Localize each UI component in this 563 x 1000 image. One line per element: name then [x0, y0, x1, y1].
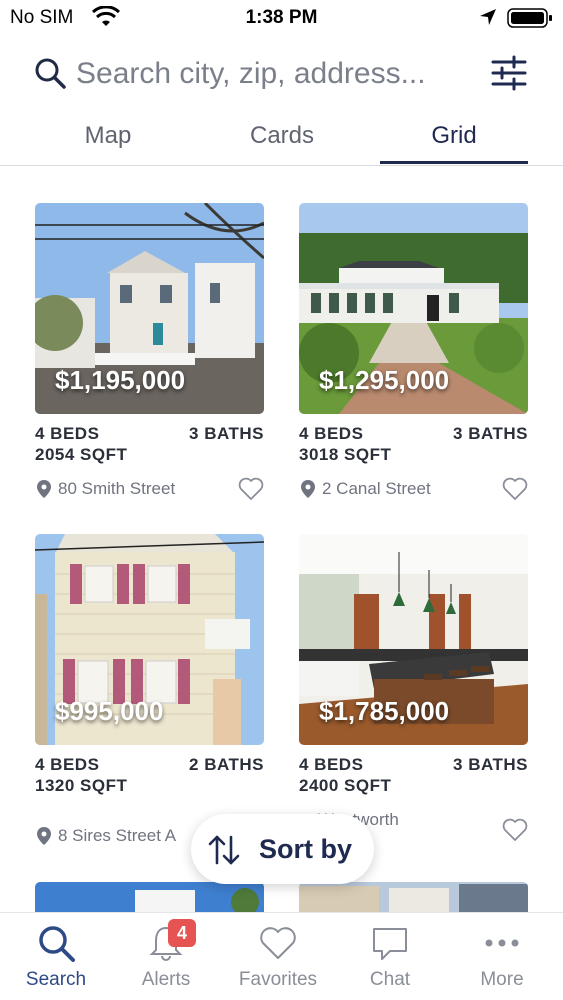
listing-card[interactable]: $995,000 4 BEDS 2 BATHS 1320 SQFT 8 Sire… — [35, 534, 264, 845]
status-bar: No SIM 1:38 PM — [0, 0, 563, 36]
sort-arrows-icon — [208, 835, 240, 865]
listing-address: 8 Sires Street A — [58, 826, 177, 845]
house-photo-image — [299, 882, 528, 912]
location-arrow-icon — [480, 9, 496, 25]
heart-icon — [260, 927, 296, 959]
battery-icon — [507, 8, 552, 28]
nav-label: Chat — [369, 969, 411, 990]
address-row: 80 Smith Street — [35, 477, 264, 501]
listing-photo-partial — [299, 882, 528, 912]
beds-count: 4 BEDS — [35, 424, 100, 443]
beds-count: 4 BEDS — [299, 424, 364, 443]
favorite-heart-icon[interactable] — [502, 818, 528, 842]
bottom-tab-bar: Search 4 Alerts Favorites Chat More — [0, 912, 563, 1000]
listing-card[interactable]: $1,195,000 4 BEDS 3 BATHS 2054 SQFT 80 S… — [35, 203, 264, 500]
active-tab-indicator — [380, 161, 528, 164]
search-input[interactable] — [76, 56, 476, 92]
beds-count: 4 BEDS — [35, 755, 100, 774]
baths-count: 3 BATHS — [189, 424, 264, 443]
chat-icon — [373, 928, 407, 960]
search-bar — [0, 44, 563, 106]
search-icon — [39, 926, 75, 962]
search-icon — [35, 58, 66, 89]
filter-sliders-icon[interactable] — [490, 54, 528, 92]
location-pin-icon — [37, 480, 51, 498]
nav-chat[interactable]: Chat — [334, 913, 446, 1000]
view-tabs: Map Cards Grid — [0, 112, 563, 166]
favorite-heart-icon[interactable] — [502, 477, 528, 501]
nav-favorites[interactable]: Favorites — [222, 913, 334, 1000]
nav-label: Search — [25, 969, 87, 990]
tab-map[interactable]: Map — [60, 122, 156, 150]
listing-price: $1,785,000 — [319, 696, 450, 726]
listing-address: 80 Smith Street — [58, 479, 176, 498]
listing-card[interactable]: $1,295,000 4 BEDS 3 BATHS 3018 SQFT 2 Ca… — [299, 203, 528, 500]
listing-photo[interactable]: $995,000 — [35, 534, 264, 745]
beds-count: 4 BEDS — [299, 755, 364, 774]
tab-grid[interactable]: Grid — [380, 122, 528, 150]
sqft-value: 1320 SQFT — [35, 776, 128, 795]
listing-photo-partial — [35, 882, 264, 912]
listing-address: 2 Canal Street — [322, 479, 431, 498]
sqft-value: 3018 SQFT — [299, 445, 392, 464]
listing-photo[interactable]: $1,295,000 — [299, 203, 528, 414]
listing-card[interactable]: $1,785,000 4 BEDS 3 BATHS 2400 SQFT ... … — [299, 534, 528, 841]
more-icon — [485, 939, 519, 947]
nav-label: More — [480, 969, 524, 990]
listing-price: $1,195,000 — [55, 365, 186, 395]
baths-count: 2 BATHS — [189, 755, 264, 774]
sqft-value: 2400 SQFT — [299, 776, 392, 795]
listing-price: $995,000 — [55, 696, 164, 726]
baths-count: 3 BATHS — [453, 424, 528, 443]
alerts-badge: 4 — [168, 919, 196, 947]
listing-photo[interactable]: $1,195,000 — [35, 203, 264, 414]
sqft-value: 2054 SQFT — [35, 445, 128, 464]
nav-label: Favorites — [238, 969, 318, 990]
baths-count: 3 BATHS — [453, 755, 528, 774]
listing-photo[interactable]: $1,785,000 — [299, 534, 528, 745]
listing-price: $1,295,000 — [319, 365, 450, 395]
tab-cards[interactable]: Cards — [222, 122, 342, 150]
nav-more[interactable]: More — [446, 913, 558, 1000]
sort-by-label: Sort by — [259, 834, 353, 864]
address-row: 2 Canal Street — [299, 477, 528, 501]
nav-search[interactable]: Search — [0, 913, 112, 1000]
sort-by-button[interactable]: Sort by — [191, 814, 374, 884]
location-pin-icon — [301, 480, 315, 498]
house-photo-image — [35, 882, 264, 912]
favorite-heart-icon[interactable] — [238, 477, 264, 501]
nav-alerts[interactable]: 4 Alerts — [110, 913, 222, 1000]
location-pin-icon — [37, 827, 51, 845]
nav-label: Alerts — [141, 969, 191, 990]
